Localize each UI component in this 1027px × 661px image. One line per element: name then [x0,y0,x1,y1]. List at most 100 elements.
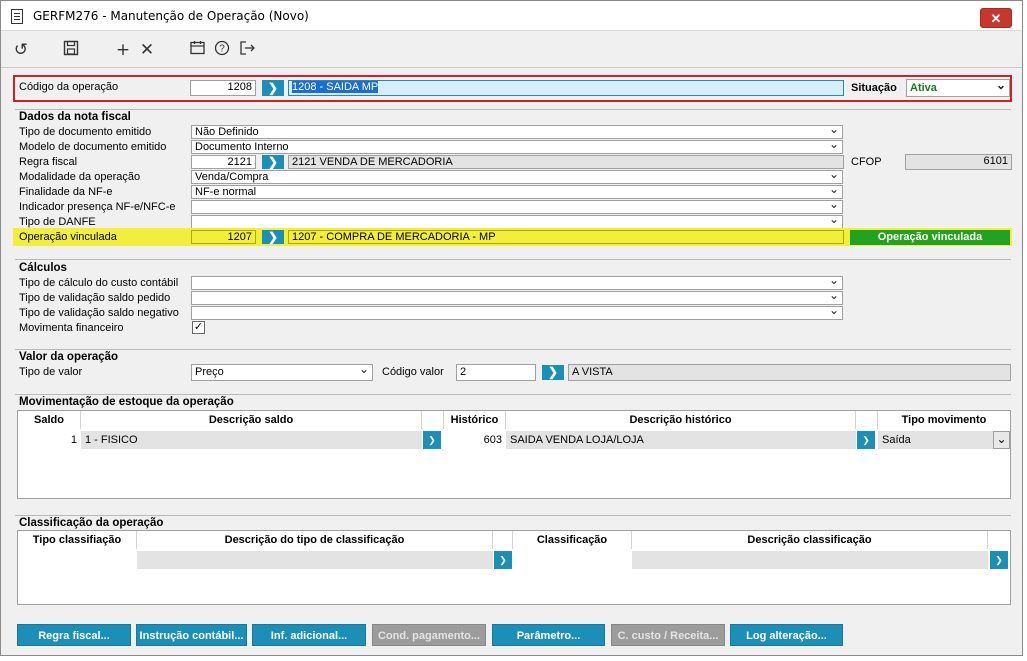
column-header-tipo-movimento[interactable]: Tipo movimento [878,411,1010,429]
column-header-descricao-classificacao[interactable]: Descrição classificação [632,531,988,549]
cond-pagamento-button[interactable]: Cond. pagamento... [372,624,486,646]
modalidade-label: Modalidade da operação [19,171,141,183]
classificacao-grid: Tipo classifiação Descrição do tipo de c… [17,530,1011,605]
situacao-select[interactable]: Ativa [906,79,1010,97]
column-header-blank [422,411,444,429]
column-header-blank [856,411,878,429]
column-header-descricao-historico[interactable]: Descrição histórico [506,411,856,429]
document-icon [11,9,23,24]
delete-icon[interactable]: ✕ [137,40,157,60]
vinculada-description: 1207 - COMPRA DE MERCADORIA - MP [288,230,844,244]
indicador-label: Indicador presença NF-e/NFC-e [19,201,176,213]
codigo-valor-input[interactable]: 2 [456,364,536,381]
log-alteracao-button[interactable]: Log alteração... [730,624,843,646]
tipo-lookup-button[interactable]: ❯ [494,551,512,569]
divider [15,394,1011,395]
cfop-label: CFOP [851,156,882,168]
codigo-valor-description: A VISTA [568,364,1011,381]
codigo-input[interactable]: 1208 [190,80,256,96]
classificacao-title: Classificação da operação [19,517,164,529]
title-bar: GERFM276 - Manutenção de Operação (Novo)… [1,1,1022,31]
calendar-icon[interactable] [187,40,207,60]
vinculada-badge[interactable]: Operação vinculada [850,230,1010,245]
codigo-label: Código da operação [19,81,119,93]
divider [15,349,1011,350]
window-title: GERFM276 - Manutenção de Operação (Novo) [33,9,309,23]
svg-text:?: ? [219,44,225,55]
historico-lookup-button[interactable]: ❯ [857,431,875,449]
regra-fiscal-description: 2121 VENDA DE MERCADORIA [288,155,844,169]
estoque-grid: Saldo Descrição saldo Histórico Descriçã… [17,410,1011,499]
add-icon[interactable]: + [113,40,133,60]
exit-icon[interactable] [237,40,257,60]
financeiro-label: Movimenta financeiro [19,322,124,334]
custo-label: Tipo de cálculo do custo contábil [19,277,179,289]
column-header-classificacao[interactable]: Classificação [513,531,632,549]
save-icon[interactable] [61,40,81,60]
classificacao-lookup-button[interactable]: ❯ [990,551,1008,569]
regra-fiscal-label: Regra fiscal [19,156,78,168]
saldo-lookup-button[interactable]: ❯ [423,431,441,449]
codigo-description: 1208 - SAIDA MP [288,80,844,96]
cell-saldo[interactable]: 1 [18,431,81,449]
close-button[interactable]: ✕ [980,8,1012,28]
danfe-label: Tipo de DANFE [19,216,96,228]
cell-historico[interactable]: 603 [444,431,506,449]
chevron-down-icon[interactable]: ⌄ [993,431,1010,449]
cell-descricao-historico[interactable]: SAIDA VENDA LOJA/LOJA [506,431,856,449]
inf-adicional-button[interactable]: Inf. adicional... [252,624,366,646]
calculos-title: Cálculos [19,262,67,274]
vinculada-input[interactable]: 1207 [191,230,256,244]
finalidade-label: Finalidade da NF-e [19,186,113,198]
vinculada-label: Operação vinculada [19,231,117,243]
tipo-valor-label: Tipo de valor [19,366,83,378]
saldo-negativo-label: Tipo de validação saldo negativo [19,307,179,319]
cell-tipo-movimento[interactable]: Saída [878,431,993,449]
financeiro-checkbox[interactable]: ✓ [192,321,205,334]
codigo-valor-go-button[interactable]: ❯ [542,365,564,380]
cfop-value: 6101 [905,154,1012,170]
toolbar: ↺ + ✕ ? [1,32,1022,68]
divider [15,259,1011,260]
column-header-historico[interactable]: Histórico [444,411,506,429]
custo-receita-button[interactable]: C. custo / Receita... [611,624,725,646]
modelo-documento-label: Modelo de documento emitido [19,141,167,153]
regra-fiscal-go-button[interactable]: ❯ [262,155,284,169]
modelo-documento-select[interactable]: Documento Interno [191,140,843,154]
column-header-descricao-tipo[interactable]: Descrição do tipo de classificação [137,531,493,549]
column-header-blank [988,531,1010,549]
cell-descricao-saldo[interactable]: 1 - FISICO [81,431,422,449]
help-icon[interactable]: ? [212,40,232,60]
instrucao-contabil-button[interactable]: Instrução contábil... [136,624,247,646]
regra-fiscal-button[interactable]: Regra fiscal... [17,624,131,646]
tipo-valor-select[interactable]: Preço [191,364,373,381]
codigo-valor-label: Código valor [382,366,444,378]
tipo-documento-select[interactable]: Não Definido [191,125,843,139]
custo-select[interactable] [191,276,843,290]
regra-fiscal-input[interactable]: 2121 [191,155,256,169]
divider [15,109,1011,110]
column-header-saldo[interactable]: Saldo [18,411,81,429]
codigo-go-button[interactable]: ❯ [262,80,284,96]
indicador-select[interactable] [191,200,843,214]
parametro-button[interactable]: Parâmetro... [492,624,605,646]
danfe-select[interactable] [191,215,843,229]
tipo-documento-label: Tipo de documento emitido [19,126,152,138]
saldo-pedido-label: Tipo de validação saldo pedido [19,292,171,304]
cell-descricao-classificacao[interactable] [632,551,988,569]
divider [15,515,1011,516]
column-header-blank [493,531,513,549]
estoque-title: Movimentação de estoque da operação [19,396,234,408]
saldo-negativo-select[interactable] [191,306,843,320]
main-window: GERFM276 - Manutenção de Operação (Novo)… [0,0,1023,656]
undo-icon[interactable]: ↺ [11,40,31,60]
column-header-tipo-classificacao[interactable]: Tipo classifiação [18,531,137,549]
cell-descricao-tipo[interactable] [137,551,493,569]
finalidade-select[interactable]: NF-e normal [191,185,843,199]
modalidade-select[interactable]: Venda/Compra [191,170,843,184]
column-header-descricao-saldo[interactable]: Descrição saldo [81,411,422,429]
situacao-label: Situação [851,82,897,94]
vinculada-go-button[interactable]: ❯ [262,230,284,244]
nota-fiscal-title: Dados da nota fiscal [19,111,131,123]
saldo-pedido-select[interactable] [191,291,843,305]
